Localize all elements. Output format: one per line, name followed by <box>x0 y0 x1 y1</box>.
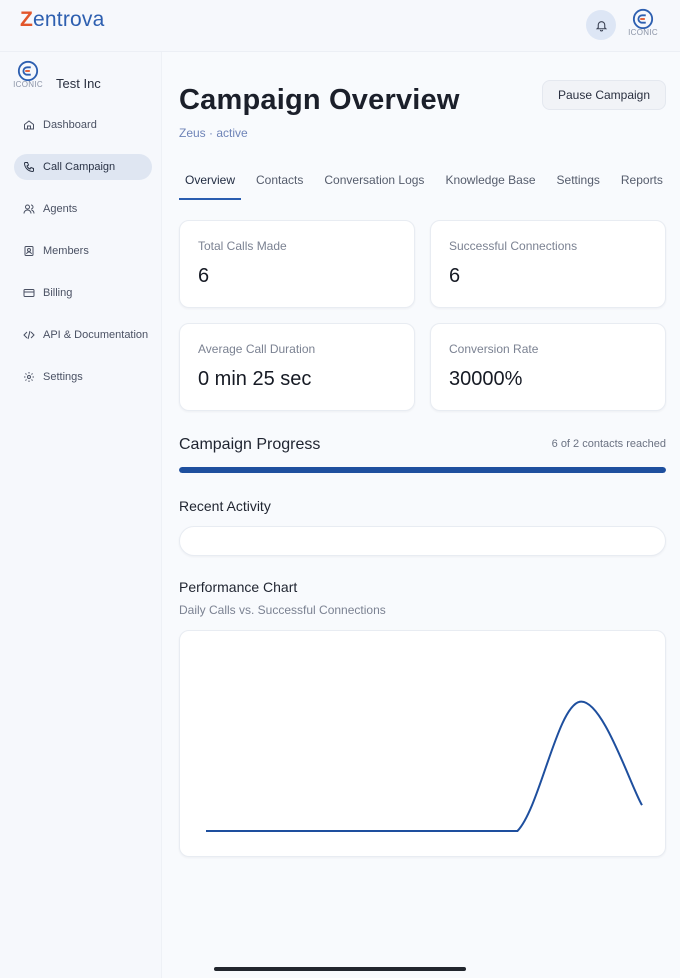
tab-knowledge-base[interactable]: Knowledge Base <box>439 164 541 200</box>
stat-label: Average Call Duration <box>198 342 316 356</box>
campaign-progress-bar <box>179 467 666 473</box>
gear-icon <box>22 370 36 384</box>
sidebar-item-members[interactable]: Members <box>14 238 152 264</box>
sidebar-item-billing[interactable]: Billing <box>14 280 152 306</box>
sidebar-item-dashboard[interactable]: Dashboard <box>14 112 152 138</box>
campaign-progress-fill <box>179 467 666 473</box>
code-icon <box>22 328 36 342</box>
brand-logo[interactable]: Zentrova <box>20 8 104 32</box>
id-card-icon <box>22 244 36 258</box>
stat-label: Conversion Rate <box>449 342 539 356</box>
stat-card-average-duration: Average Call Duration 0 min 25 sec <box>179 323 415 411</box>
avatar-logo-text: ICONIC <box>628 28 658 37</box>
performance-chart-subtitle: Daily Calls vs. Successful Connections <box>179 603 386 617</box>
stat-value: 0 min 25 sec <box>198 368 312 390</box>
org-logo-text: ICONIC <box>13 80 43 89</box>
main-content: Campaign Overview Zeus · active Pause Ca… <box>162 52 680 978</box>
stat-value: 6 <box>449 265 461 287</box>
stat-card-total-calls: Total Calls Made 6 <box>179 220 415 308</box>
brand-logo-letter: Z <box>20 8 34 31</box>
stat-card-conversion-rate: Conversion Rate 30000% <box>430 323 666 411</box>
sidebar-item-call-campaign[interactable]: Call Campaign <box>14 154 152 180</box>
phone-icon <box>22 160 36 174</box>
recent-activity-title: Recent Activity <box>179 498 271 514</box>
org-switcher[interactable]: ICONIC Test Inc <box>10 60 160 100</box>
campaign-status: Zeus · active <box>179 126 248 140</box>
sidebar-item-label: Members <box>43 245 89 257</box>
stat-card-successful-connections: Successful Connections 6 <box>430 220 666 308</box>
sidebar-item-label: Agents <box>43 203 78 215</box>
campaign-progress-count: 6 of 2 contacts reached <box>551 438 666 450</box>
org-logo: ICONIC <box>10 60 46 98</box>
campaign-progress-title: Campaign Progress <box>179 436 321 453</box>
page-title: Campaign Overview <box>179 84 460 116</box>
pause-campaign-button[interactable]: Pause Campaign <box>542 80 666 110</box>
sidebar: ICONIC Test Inc Dashboard Call Campaign … <box>0 52 162 978</box>
home-icon <box>22 118 36 132</box>
tab-bar: Overview Contacts Conversation Logs Know… <box>179 164 680 200</box>
account-avatar[interactable]: ICONIC <box>626 8 660 42</box>
sidebar-item-label: Billing <box>43 287 73 299</box>
org-logo-icon <box>632 8 654 30</box>
tab-settings[interactable]: Settings <box>551 164 606 200</box>
performance-chart-title: Performance Chart <box>179 579 298 595</box>
tab-reports[interactable]: Reports <box>615 164 669 200</box>
home-indicator <box>214 967 466 971</box>
sidebar-item-api-documentation[interactable]: API & Documentation <box>14 322 152 348</box>
sidebar-nav: Dashboard Call Campaign Agents Members B… <box>14 112 152 406</box>
performance-line-chart <box>206 700 643 832</box>
brand-logo-name: entrova <box>33 8 105 31</box>
stat-label: Successful Connections <box>449 239 578 253</box>
tab-conversation-logs[interactable]: Conversation Logs <box>318 164 430 200</box>
chart-series-line-0 <box>206 700 643 832</box>
stat-value: 6 <box>198 265 210 287</box>
tab-contacts[interactable]: Contacts <box>250 164 309 200</box>
performance-chart-card <box>179 630 666 857</box>
recent-activity-panel <box>179 526 666 556</box>
sidebar-item-label: Call Campaign <box>43 161 116 173</box>
sidebar-item-settings[interactable]: Settings <box>14 364 152 390</box>
bell-icon <box>595 20 607 31</box>
notifications-button[interactable] <box>586 10 616 40</box>
sidebar-item-label: Settings <box>43 371 83 383</box>
stat-value: 30000% <box>449 368 523 390</box>
sidebar-item-agents[interactable]: Agents <box>14 196 152 222</box>
stat-label: Total Calls Made <box>198 239 287 253</box>
org-logo-icon <box>17 60 39 82</box>
sidebar-item-label: Dashboard <box>43 119 97 131</box>
tab-overview[interactable]: Overview <box>179 164 242 200</box>
sidebar-item-label: API & Documentation <box>43 329 149 341</box>
org-name: Test Inc <box>56 76 101 91</box>
top-bar: Zentrova ICONIC <box>0 0 680 52</box>
credit-card-icon <box>22 286 36 300</box>
users-icon <box>22 202 36 216</box>
